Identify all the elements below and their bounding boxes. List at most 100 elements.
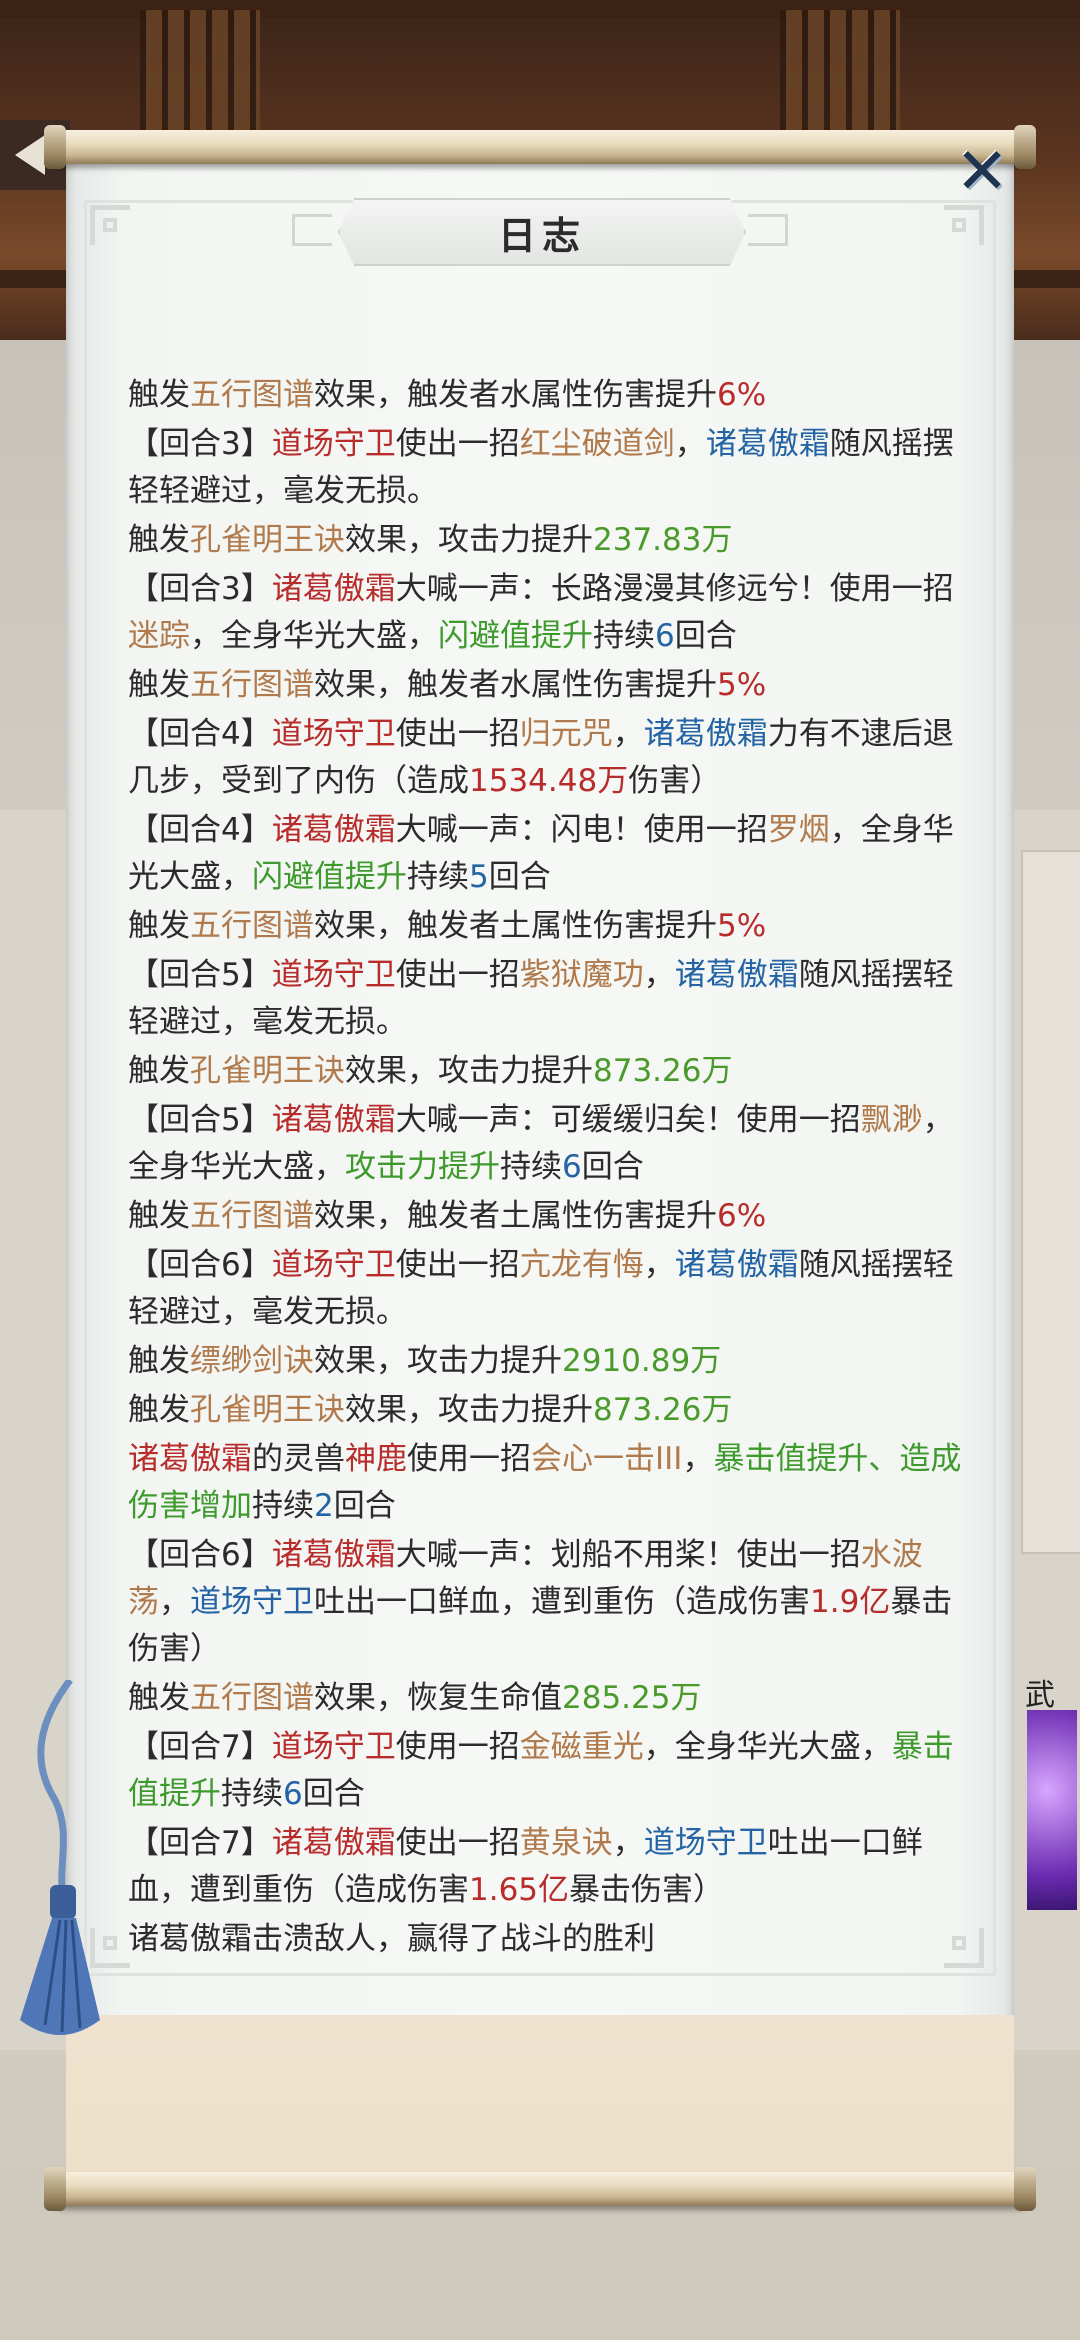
number-value: 237.83万 — [593, 522, 733, 558]
skill-name: 金磁重光 — [519, 1729, 644, 1765]
log-text: 回合 — [302, 1776, 365, 1812]
log-text: 的灵兽 — [252, 1441, 345, 1477]
highlight-blue: 6 — [562, 1149, 582, 1185]
log-text: 效果，攻击力提升 — [345, 1392, 593, 1428]
battle-log[interactable]: 触发五行图谱效果，触发者水属性伤害提升6% 【回合3】道场守卫使出一招红尘破道剑，… — [128, 372, 968, 1965]
log-text: ，全身华光大盛， — [190, 618, 438, 654]
skill-name: 罗烟 — [767, 812, 830, 848]
number-value: 873.26万 — [593, 1053, 733, 1089]
rod-cap — [44, 2167, 66, 2211]
log-text: ， — [674, 426, 706, 462]
title-banner: 日志 — [338, 198, 746, 266]
rod-cap — [44, 125, 66, 169]
highlight-red: 5% — [717, 667, 767, 703]
scroll-paper-bottom — [66, 2015, 1014, 2185]
corner-ornament-icon — [944, 205, 984, 245]
highlight-red: 诸葛傲霜 — [271, 571, 396, 607]
buff-text: 闪避值提升 — [252, 859, 407, 895]
log-text: ， — [643, 1247, 675, 1283]
log-text: 持续 — [221, 1776, 283, 1812]
log-line: 【回合4】诸葛傲霜大喊一声：闪电！使用一招罗烟，全身华光大盛，闪避值提升持续5回… — [128, 807, 968, 901]
highlight-blue: 6 — [655, 618, 675, 654]
purple-orb-icon — [1027, 1710, 1077, 1910]
highlight-blue: 6 — [283, 1776, 303, 1812]
highlight-red: 道场守卫 — [271, 426, 396, 462]
log-text: ， — [612, 1825, 644, 1861]
highlight-red: 诸葛傲霜 — [128, 1441, 252, 1477]
log-text: ， — [643, 957, 675, 993]
title-ornament-icon — [292, 214, 332, 246]
skill-name: 红尘破道剑 — [519, 426, 675, 462]
highlight-blue: 道场守卫 — [190, 1584, 314, 1620]
skill-name: 缥缈剑诀 — [190, 1343, 314, 1379]
close-button[interactable]: ✕ — [950, 140, 1014, 204]
log-text: 【回合4】 — [128, 812, 272, 848]
skill-name: 归元咒 — [519, 716, 613, 752]
skill-name: 五行图谱 — [190, 908, 314, 944]
log-text: 【回合6】 — [128, 1247, 272, 1283]
page-title: 日志 — [497, 212, 586, 258]
rod-cap — [1014, 2167, 1036, 2211]
log-text: 触发 — [128, 1053, 190, 1089]
log-line: 【回合6】诸葛傲霜大喊一声：划船不用桨！使出一招水波荡，道场守卫吐出一口鲜血，遭… — [128, 1532, 968, 1673]
log-text: 回合 — [488, 859, 551, 895]
highlight-blue: 道场守卫 — [643, 1825, 768, 1861]
highlight-red: 诸葛傲霜 — [271, 1102, 396, 1138]
log-line: 【回合3】诸葛傲霜大喊一声：长路漫漫其修远兮！使用一招迷踪，全身华光大盛，闪避值… — [128, 566, 968, 660]
log-text: 触发 — [128, 522, 190, 558]
log-line: 触发五行图谱效果，触发者水属性伤害提升6% — [128, 372, 968, 419]
log-text: 触发 — [128, 1680, 190, 1716]
log-line: 触发五行图谱效果，触发者土属性伤害提升5% — [128, 903, 968, 950]
panel-glyph-icon: 武 — [1025, 1678, 1055, 1713]
log-text: 使用一招 — [395, 1729, 520, 1765]
skill-name: 飘渺 — [860, 1102, 923, 1138]
highlight-blue: 诸葛傲霜 — [674, 957, 799, 993]
number-value: 285.25万 — [562, 1680, 702, 1716]
log-line: 触发五行图谱效果，触发者土属性伤害提升6% — [128, 1193, 968, 1240]
log-text: 效果，攻击力提升 — [345, 1053, 593, 1089]
highlight-red: 6% — [717, 377, 767, 413]
log-text: 【回合3】 — [128, 571, 272, 607]
highlight-red: 诸葛傲霜 — [271, 1537, 396, 1573]
log-text: 效果，触发者水属性伤害提升 — [314, 667, 717, 703]
log-text: 【回合3】 — [128, 426, 272, 462]
highlight-red: 1534.48万 — [469, 763, 629, 799]
skill-name: 五行图谱 — [190, 667, 314, 703]
log-text: 效果，攻击力提升 — [314, 1343, 562, 1379]
log-line: 触发五行图谱效果，触发者水属性伤害提升5% — [128, 662, 968, 709]
highlight-blue: 诸葛傲霜 — [674, 1247, 799, 1283]
log-text: 使用一招 — [407, 1441, 531, 1477]
log-text: 触发 — [128, 377, 190, 413]
log-line: 触发孔雀明王诀效果，攻击力提升237.83万 — [128, 517, 968, 564]
number-value: 873.26万 — [593, 1392, 733, 1428]
highlight-red: 1.65亿 — [469, 1872, 570, 1908]
highlight-red: 诸葛傲霜 — [271, 812, 396, 848]
log-text: 大喊一声：划船不用桨！使出一招 — [395, 1537, 861, 1573]
skill-name: 会心一击III — [531, 1441, 683, 1477]
log-line: 触发五行图谱效果，恢复生命值285.25万 — [128, 1675, 968, 1722]
log-text: 触发 — [128, 908, 190, 944]
highlight-red: 道场守卫 — [271, 1729, 396, 1765]
highlight-red: 道场守卫 — [271, 957, 396, 993]
skill-name: 孔雀明王诀 — [190, 522, 345, 558]
back-arrow-icon — [15, 135, 45, 175]
scroll-bottom-rod — [52, 2172, 1028, 2206]
log-text: 诸葛傲霜击溃敌人，赢得了战斗的胜利 — [128, 1921, 655, 1957]
log-line: 【回合6】道场守卫使出一招亢龙有悔，诸葛傲霜随风摇摆轻轻避过，毫发无损。 — [128, 1242, 968, 1336]
log-text: ， — [159, 1584, 190, 1620]
highlight-red: 道场守卫 — [271, 716, 396, 752]
right-side-panel: 武 — [1010, 810, 1080, 2050]
log-text: 【回合7】 — [128, 1729, 272, 1765]
log-text: 【回合6】 — [128, 1537, 272, 1573]
log-text: 回合 — [333, 1488, 396, 1524]
log-text: 触发 — [128, 667, 190, 703]
skill-name: 亢龙有悔 — [519, 1247, 644, 1283]
buff-text: 攻击力提升 — [345, 1149, 500, 1185]
highlight-red: 5% — [717, 908, 767, 944]
number-value: 2910.89万 — [562, 1343, 722, 1379]
scroll-top-rod — [52, 130, 1028, 164]
log-line: 【回合4】道场守卫使出一招归元咒，诸葛傲霜力有不逮后退几步，受到了内伤（造成15… — [128, 711, 968, 805]
skill-name: 五行图谱 — [190, 1198, 314, 1234]
log-line: 诸葛傲霜的灵兽神鹿使用一招会心一击III，暴击值提升、造成伤害增加持续2回合 — [128, 1436, 968, 1530]
log-text: 效果，触发者土属性伤害提升 — [314, 908, 717, 944]
